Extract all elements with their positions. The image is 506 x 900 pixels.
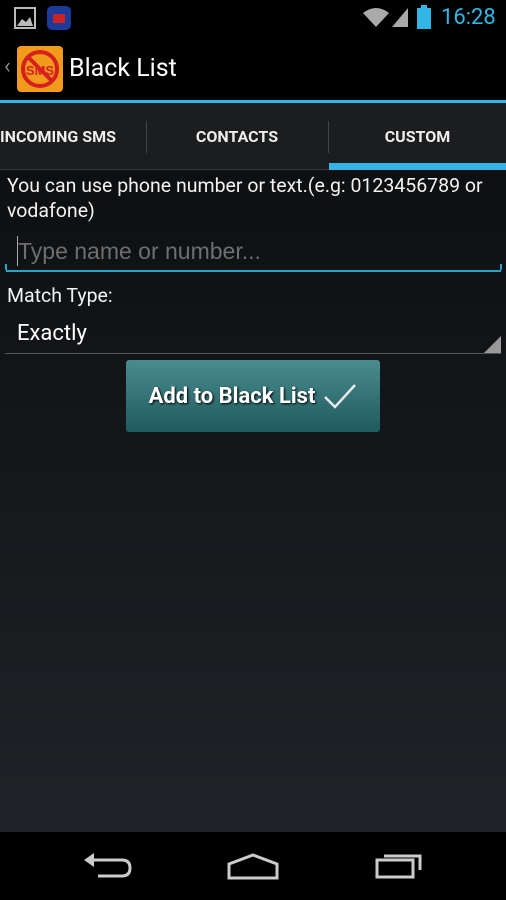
name-or-number-field[interactable] (18, 234, 488, 268)
wifi-icon (363, 8, 389, 27)
dropdown-triangle-icon (484, 336, 501, 353)
action-bar: ‹ SMS Black List (0, 36, 506, 100)
tab-incoming-sms[interactable]: INCOMING SMS (0, 103, 146, 170)
app-notification-icon (47, 6, 71, 30)
name-or-number-input[interactable]: input::placeholder{color:#6e6e6e} (5, 230, 502, 272)
svg-text:SMS: SMS (26, 63, 55, 78)
hint-text: You can use phone number or text.(e.g: 0… (7, 174, 483, 222)
recent-apps-icon[interactable] (374, 848, 426, 880)
tab-custom[interactable]: CUSTOM (329, 103, 506, 170)
match-type-value: Exactly (17, 321, 87, 346)
up-button[interactable]: ‹ SMS (0, 44, 64, 94)
custom-form: You can use phone number or text.(e.g: 0… (0, 170, 506, 832)
back-icon[interactable] (82, 852, 134, 880)
picture-icon (14, 7, 36, 29)
home-icon[interactable] (226, 852, 280, 880)
checkmark-icon (324, 384, 357, 409)
signal-icon (392, 8, 408, 27)
back-chevron-icon: ‹ (4, 54, 11, 79)
match-type-label: Match Type: (7, 284, 113, 307)
app-logo: SMS (17, 46, 63, 92)
tab-bar: INCOMING SMS CONTACTS CUSTOM (0, 103, 506, 170)
match-type-spinner[interactable]: Exactly (5, 314, 501, 354)
add-to-black-list-button[interactable]: Add to Black List (126, 360, 380, 432)
page-title: Black List (69, 54, 177, 83)
clock: 16:28 (441, 5, 496, 30)
tab-selected-indicator (329, 163, 506, 170)
status-bar: 16:28 (0, 0, 506, 36)
tab-contacts[interactable]: CONTACTS (146, 103, 328, 170)
battery-icon (417, 5, 431, 29)
navigation-bar (0, 832, 506, 900)
